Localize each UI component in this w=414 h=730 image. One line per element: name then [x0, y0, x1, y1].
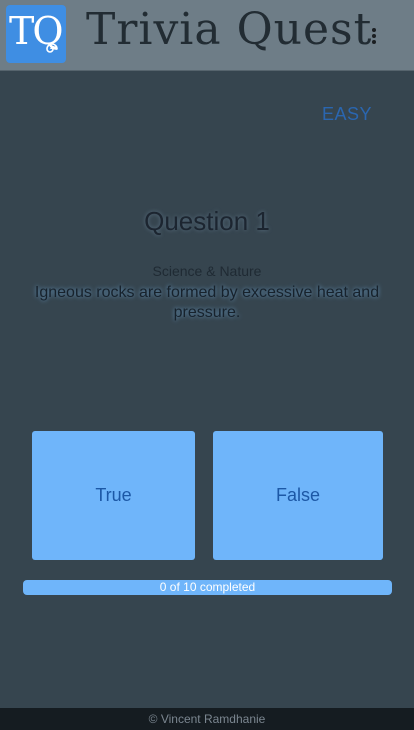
- question-text: Igneous rocks are formed by excessive he…: [34, 284, 380, 321]
- menu-dot: [372, 28, 376, 32]
- app-root: TQ Trivia Quest EASY Question 1 Science …: [0, 0, 414, 730]
- more-vertical-icon[interactable]: [362, 22, 386, 50]
- app-header: TQ Trivia Quest: [0, 0, 414, 71]
- true-button[interactable]: True: [32, 431, 195, 560]
- app-title: Trivia Quest: [86, 4, 373, 55]
- question-title: Question 1: [144, 206, 270, 236]
- footer-copyright: © Vincent Ramdhanie: [0, 708, 414, 730]
- app-logo: TQ: [6, 5, 66, 63]
- false-button[interactable]: False: [213, 431, 383, 560]
- difficulty-label: EASY: [321, 104, 372, 124]
- progress-bar: 0 of 10 completed: [23, 580, 392, 595]
- logo-swirl-icon: [46, 43, 58, 53]
- question-category: Science & Nature: [152, 263, 262, 279]
- menu-dot: [372, 34, 376, 38]
- menu-dot: [372, 40, 376, 44]
- progress-label: 0 of 10 completed: [159, 580, 256, 594]
